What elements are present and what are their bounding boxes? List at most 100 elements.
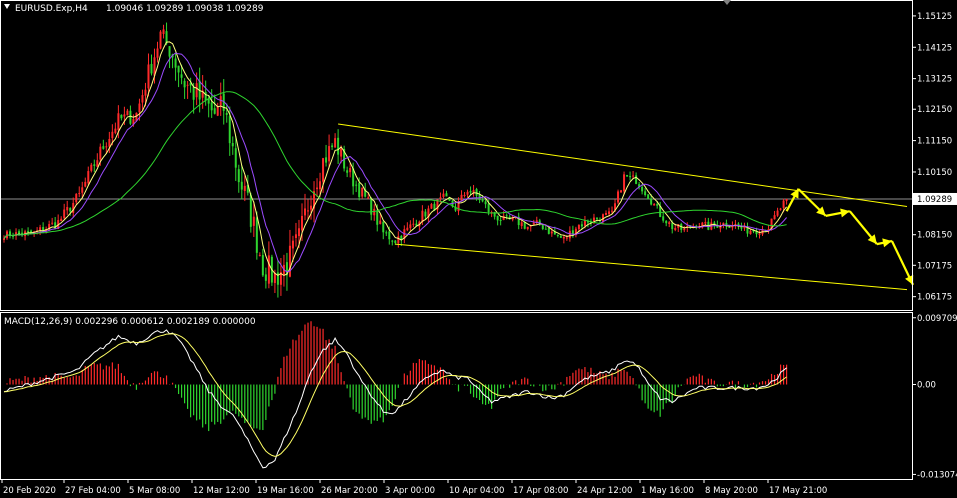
candle-body <box>662 216 665 221</box>
symbol-title: EURUSD.Exp,H4 <box>15 4 88 14</box>
candle-body <box>544 228 547 230</box>
candle-body <box>505 215 508 217</box>
candle-body <box>358 182 361 198</box>
candle-body <box>577 224 580 230</box>
candle-body <box>424 211 427 217</box>
candle-body <box>523 222 526 229</box>
candle-body <box>231 143 234 147</box>
price-tick-label: 1.08150 <box>917 231 952 241</box>
candle-body <box>469 190 472 193</box>
candle-body <box>129 110 132 124</box>
candle-body <box>611 210 614 212</box>
candle-body <box>665 220 668 224</box>
candle-body <box>776 210 779 216</box>
candle-body <box>162 29 165 34</box>
trading-chart[interactable]: 1.15125 1.14125 1.13125 1.12150 1.11150 1.101… <box>0 0 957 498</box>
candle-body <box>334 138 337 148</box>
candle-body <box>288 245 291 277</box>
time-tick-label: 8 May 20:00 <box>705 486 758 496</box>
candle-body <box>394 240 397 243</box>
chart-background <box>0 0 957 498</box>
candle-body <box>559 236 562 238</box>
price-tick-label: 1.06175 <box>917 293 952 303</box>
candle-body <box>391 240 394 242</box>
candle-body <box>406 227 409 231</box>
candle-body <box>388 231 391 240</box>
candle-body <box>550 231 553 234</box>
candle-body <box>96 160 99 167</box>
candle-body <box>626 174 629 177</box>
time-tick-label: 17 May 21:00 <box>769 486 827 496</box>
time-tick-label: 27 Feb 04:00 <box>65 486 121 496</box>
candle-body <box>647 194 650 200</box>
candle-body <box>174 58 177 68</box>
candle-body <box>608 211 611 214</box>
candle-body <box>304 208 306 216</box>
candle-body <box>460 194 463 201</box>
candle-body <box>123 114 126 117</box>
macd-title: MACD(12,26,9) 0.002296 0.000612 0.002189… <box>4 317 256 327</box>
time-tick-label: 20 Feb 2020 <box>3 486 56 496</box>
candle-body <box>228 115 231 144</box>
candle-body <box>81 187 84 193</box>
candle-body <box>264 274 267 281</box>
candle-body <box>499 220 502 222</box>
candle-body <box>252 216 255 226</box>
candle <box>547 227 550 235</box>
candle-body <box>216 106 219 116</box>
candle-body <box>328 146 331 162</box>
candle-body <box>331 145 334 148</box>
candle-body <box>337 137 340 155</box>
candle-body <box>671 223 674 230</box>
candle-body <box>532 222 535 225</box>
candle-body <box>668 222 671 225</box>
candle-body <box>87 171 90 184</box>
candle-body <box>779 208 782 210</box>
price-tick-label: 1.13125 <box>917 75 952 85</box>
candle-body <box>108 138 111 147</box>
candle-body <box>78 193 81 195</box>
candle-body <box>481 199 484 202</box>
candle-body <box>562 237 565 239</box>
candle-body <box>653 203 656 206</box>
candle-body <box>258 254 261 256</box>
candle-body <box>355 184 358 186</box>
time-tick-label: 12 Mar 12:00 <box>193 486 250 496</box>
candle-body <box>583 220 586 226</box>
candle-body <box>526 226 529 229</box>
candle-body <box>90 164 93 171</box>
candle-body <box>63 209 66 219</box>
candle <box>617 189 620 205</box>
candle-body <box>102 146 105 149</box>
candle-body <box>243 185 246 191</box>
candle-body <box>620 190 623 193</box>
candle-body <box>623 174 626 192</box>
candle-body <box>3 238 5 240</box>
candle-body <box>307 210 310 212</box>
candle-body <box>346 170 349 173</box>
candle-body <box>565 237 568 239</box>
candle-body <box>144 89 147 96</box>
price-tick-label: 1.14125 <box>917 43 952 53</box>
candle-body <box>273 273 276 283</box>
candle-body <box>195 83 198 98</box>
candle-body <box>114 128 117 133</box>
price-tick-label: 1.07175 <box>917 261 952 271</box>
candle <box>626 174 629 177</box>
candle-body <box>39 227 42 231</box>
candle-body <box>249 194 252 227</box>
candle-body <box>111 131 114 139</box>
candle-body <box>379 220 382 224</box>
time-tick-label: 26 Mar 20:00 <box>321 486 378 496</box>
macd-tick-label: -0.013074 <box>917 470 957 480</box>
candle-body <box>683 228 686 231</box>
candle-body <box>412 223 415 225</box>
candle-body <box>225 113 228 115</box>
candle <box>159 30 162 50</box>
candle-body <box>674 228 677 231</box>
candle-body <box>430 204 433 209</box>
candle-body <box>385 232 388 234</box>
candle-body <box>117 113 120 131</box>
candle-body <box>186 84 189 86</box>
candle-body <box>361 187 364 197</box>
